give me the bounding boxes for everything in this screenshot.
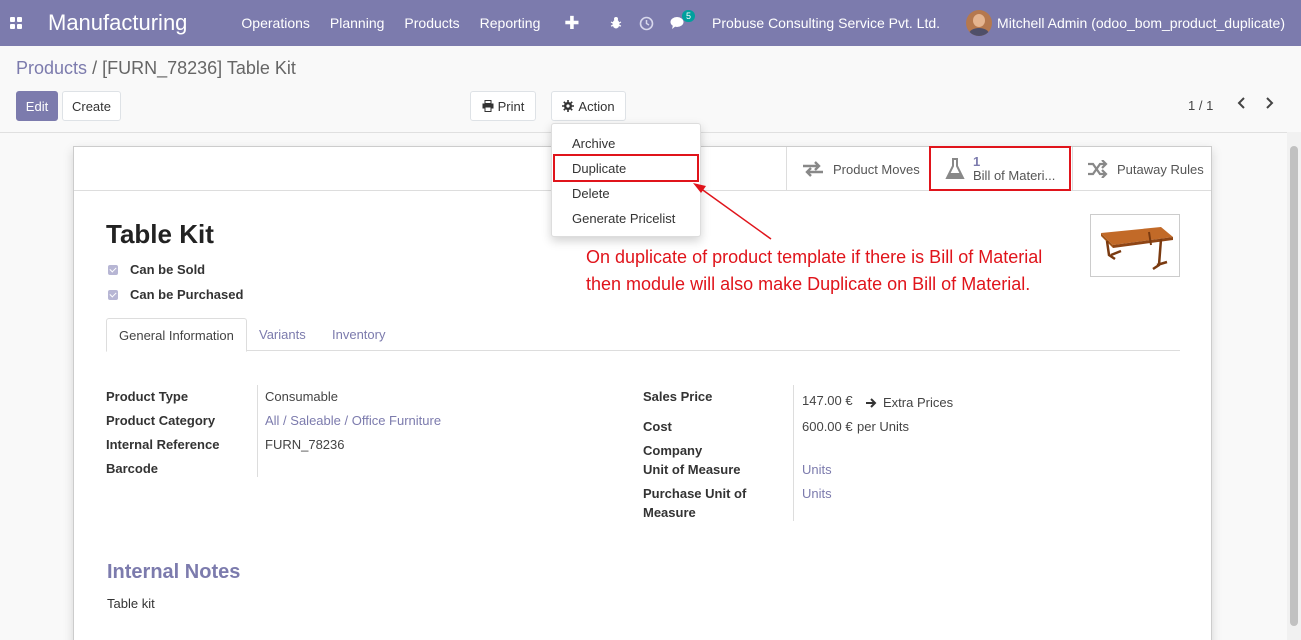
annotation-text: On duplicate of product template if ther… — [586, 244, 1086, 298]
annotation-line-1: On duplicate of product template if ther… — [586, 247, 1043, 267]
annotation-line-2: then module will also make Duplicate on … — [586, 274, 1031, 294]
vertical-scrollbar[interactable] — [1287, 132, 1301, 640]
annotation-arrow — [693, 183, 772, 240]
scrollbar-thumb[interactable] — [1290, 146, 1298, 626]
